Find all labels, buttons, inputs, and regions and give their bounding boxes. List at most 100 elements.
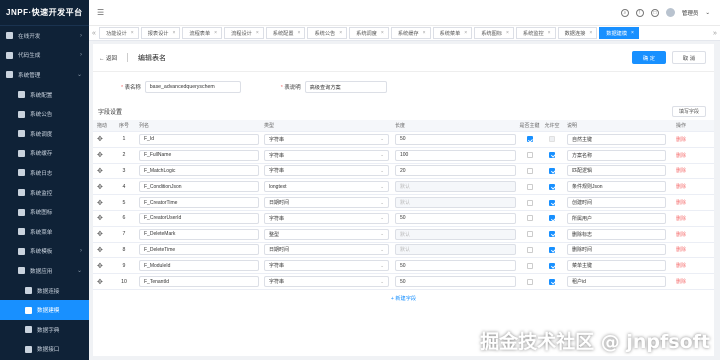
nullable-checkbox[interactable] bbox=[549, 152, 555, 159]
tabs-next-icon[interactable]: » bbox=[710, 30, 720, 37]
delete-button[interactable]: 删除 bbox=[676, 183, 686, 190]
field-length-input[interactable]: 50 bbox=[395, 276, 516, 288]
field-desc-input[interactable]: 条件规则Json bbox=[567, 181, 666, 193]
field-type-select[interactable]: 日期时间 ⌄ bbox=[264, 197, 389, 209]
field-desc-input[interactable]: 创建时间 bbox=[567, 197, 666, 209]
confirm-button[interactable]: 确 定 bbox=[631, 51, 666, 64]
field-type-select[interactable]: 字符串 ⌄ bbox=[264, 276, 389, 288]
close-icon[interactable]: × bbox=[339, 30, 342, 36]
nullable-checkbox[interactable] bbox=[549, 231, 555, 238]
sidebar-item[interactable]: 系统模板 › bbox=[0, 242, 89, 262]
sidebar-item[interactable]: 系统管理 ⌄ bbox=[0, 65, 89, 85]
sidebar-item[interactable]: 数据接口 bbox=[0, 340, 89, 360]
tab[interactable]: 报表设计 × bbox=[140, 27, 181, 39]
nullable-checkbox[interactable] bbox=[549, 262, 555, 269]
avatar[interactable] bbox=[665, 8, 675, 17]
field-name-input[interactable]: F_FullName bbox=[139, 149, 259, 161]
field-desc-input[interactable]: 自然主键 bbox=[567, 133, 666, 145]
delete-button[interactable]: 删除 bbox=[676, 262, 686, 269]
sidebar-item[interactable]: 系统图标 bbox=[0, 202, 89, 222]
notification-icon[interactable]: ! bbox=[635, 8, 644, 17]
table-desc-input[interactable]: 高级查询方案 bbox=[304, 81, 387, 93]
primary-key-checkbox[interactable] bbox=[526, 231, 533, 238]
field-desc-input[interactable]: 租户id bbox=[567, 276, 666, 288]
close-icon[interactable]: × bbox=[381, 30, 384, 36]
field-type-select[interactable]: 字符串 ⌄ bbox=[264, 212, 389, 224]
collapse-menu-icon[interactable]: ☰ bbox=[97, 8, 105, 17]
tab[interactable]: 流程表单 × bbox=[182, 27, 223, 39]
sidebar-item[interactable]: 在线开发 › bbox=[0, 26, 89, 46]
nullable-checkbox[interactable] bbox=[549, 278, 555, 285]
field-type-select[interactable]: longtext ⌄ bbox=[264, 181, 389, 193]
table-name-input[interactable]: base_advancedqueryschem bbox=[144, 81, 241, 93]
sidebar-item[interactable]: 系统配置 bbox=[0, 85, 89, 105]
tab[interactable]: 系统监控 × bbox=[515, 27, 556, 39]
tab[interactable]: 流程设计 × bbox=[224, 27, 264, 39]
drag-handle-icon[interactable]: ✥ bbox=[97, 167, 103, 175]
drag-handle-icon[interactable]: ✥ bbox=[97, 278, 103, 286]
field-type-select[interactable]: 字符串 ⌄ bbox=[264, 149, 389, 161]
tabs-prev-icon[interactable]: « bbox=[89, 30, 99, 37]
field-type-select[interactable]: 字符串 ⌄ bbox=[264, 165, 389, 177]
primary-key-checkbox[interactable] bbox=[526, 152, 533, 159]
primary-key-checkbox[interactable] bbox=[526, 183, 533, 190]
field-length-input[interactable]: 20 bbox=[395, 165, 516, 177]
field-length-input[interactable]: 50 bbox=[395, 133, 516, 145]
close-icon[interactable]: × bbox=[631, 30, 634, 36]
tab[interactable]: 数据连接 × bbox=[557, 27, 598, 39]
delete-button[interactable]: 删除 bbox=[676, 246, 686, 253]
delete-button[interactable]: 删除 bbox=[676, 152, 686, 159]
primary-key-checkbox[interactable] bbox=[526, 262, 533, 269]
drag-handle-icon[interactable]: ✥ bbox=[97, 230, 103, 238]
tab[interactable]: 系统调度 × bbox=[349, 27, 389, 39]
field-desc-input[interactable]: 匹配逻辑 bbox=[567, 165, 666, 177]
add-field-button[interactable]: + 新建字段 bbox=[93, 290, 714, 308]
drag-handle-icon[interactable]: ✥ bbox=[97, 151, 103, 159]
sidebar-item[interactable]: 系统菜单 bbox=[0, 222, 89, 242]
sidebar-item[interactable]: 系统日志 bbox=[0, 163, 89, 183]
field-desc-input[interactable]: 删除标志 bbox=[567, 228, 666, 240]
field-desc-input[interactable]: 菜单主键 bbox=[567, 260, 666, 272]
primary-key-checkbox[interactable] bbox=[526, 246, 533, 253]
fullscreen-icon[interactable]: □ bbox=[650, 8, 659, 17]
close-icon[interactable]: × bbox=[214, 30, 217, 36]
cancel-button[interactable]: 取 消 bbox=[671, 51, 706, 64]
delete-button[interactable]: 删除 bbox=[676, 199, 686, 206]
field-name-input[interactable]: F_DeleteMark bbox=[139, 228, 259, 240]
close-icon[interactable]: × bbox=[589, 30, 592, 36]
field-type-select[interactable]: 整型 ⌄ bbox=[264, 228, 389, 240]
nullable-checkbox[interactable] bbox=[549, 246, 555, 253]
primary-key-checkbox[interactable] bbox=[526, 199, 533, 206]
close-icon[interactable]: × bbox=[131, 30, 134, 36]
field-length-input[interactable]: 50 bbox=[395, 260, 516, 272]
sidebar-item[interactable]: 数据应用 ⌄ bbox=[0, 261, 89, 281]
close-icon[interactable]: × bbox=[172, 30, 175, 36]
field-desc-input[interactable]: 所属用户 bbox=[567, 212, 666, 224]
nullable-checkbox[interactable] bbox=[549, 199, 555, 206]
drag-handle-icon[interactable]: ✥ bbox=[97, 199, 103, 207]
field-name-input[interactable]: F_ModuleId bbox=[139, 260, 259, 272]
field-type-select[interactable]: 字符串 ⌄ bbox=[264, 260, 389, 272]
tab[interactable]: 数据建模 × bbox=[599, 27, 639, 39]
nullable-checkbox[interactable] bbox=[549, 167, 555, 174]
delete-button[interactable]: 删除 bbox=[676, 278, 686, 285]
delete-button[interactable]: 删除 bbox=[676, 231, 686, 238]
back-button[interactable]: ← 返回 bbox=[99, 54, 117, 62]
sidebar-item[interactable]: 系统调度 bbox=[0, 124, 89, 144]
close-icon[interactable]: × bbox=[506, 30, 509, 36]
fill-fields-button[interactable]: 填写字段 bbox=[671, 105, 706, 117]
primary-key-checkbox[interactable] bbox=[526, 215, 533, 222]
close-icon[interactable]: × bbox=[423, 30, 426, 36]
field-name-input[interactable]: F_CreatorUserId bbox=[139, 212, 259, 224]
sidebar-item[interactable]: 系统监控 bbox=[0, 183, 89, 203]
user-name[interactable]: 管理员 bbox=[682, 9, 699, 17]
drag-handle-icon[interactable]: ✥ bbox=[97, 135, 103, 143]
drag-handle-icon[interactable]: ✥ bbox=[97, 214, 103, 222]
drag-handle-icon[interactable]: ✥ bbox=[97, 246, 103, 254]
close-icon[interactable]: × bbox=[548, 30, 551, 36]
delete-button[interactable]: 删除 bbox=[676, 215, 686, 222]
field-name-input[interactable]: F_DeleteTime bbox=[139, 244, 259, 256]
nullable-checkbox[interactable] bbox=[549, 215, 555, 222]
field-name-input[interactable]: F_Id bbox=[139, 133, 259, 145]
search-icon[interactable]: ⌕ bbox=[620, 8, 629, 17]
